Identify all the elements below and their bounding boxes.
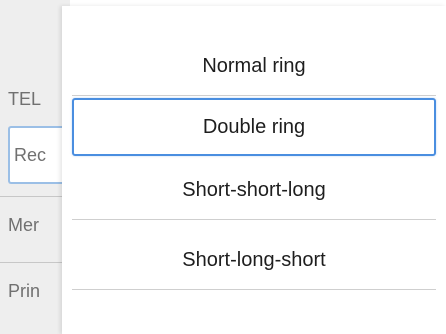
option-short-long-short[interactable]: Short-long-short (72, 232, 436, 290)
background-item-prin: Prin (0, 262, 70, 320)
background-item-label: Mer (8, 215, 39, 235)
option-short-short-long[interactable]: Short-short-long (72, 162, 436, 220)
background-item-label: Prin (8, 281, 41, 301)
ring-pattern-popup: Normal ring Double ring Short-short-long… (62, 6, 446, 334)
option-normal-ring[interactable]: Normal ring (72, 38, 436, 96)
background-item-rec: Rec (8, 126, 70, 184)
background-item-tel: TEL (0, 70, 70, 128)
option-label: Normal ring (202, 55, 306, 77)
background-item-mer: Mer (0, 196, 70, 254)
option-label: Short-short-long (182, 179, 326, 201)
background-item-label: Rec (14, 144, 47, 165)
option-double-ring[interactable]: Double ring (72, 98, 436, 156)
background-item-label: TEL (8, 88, 42, 109)
option-label: Double ring (202, 115, 306, 138)
background-settings-list: TEL Rec Mer Prin (0, 0, 70, 334)
option-label: Short-long-short (182, 249, 326, 271)
